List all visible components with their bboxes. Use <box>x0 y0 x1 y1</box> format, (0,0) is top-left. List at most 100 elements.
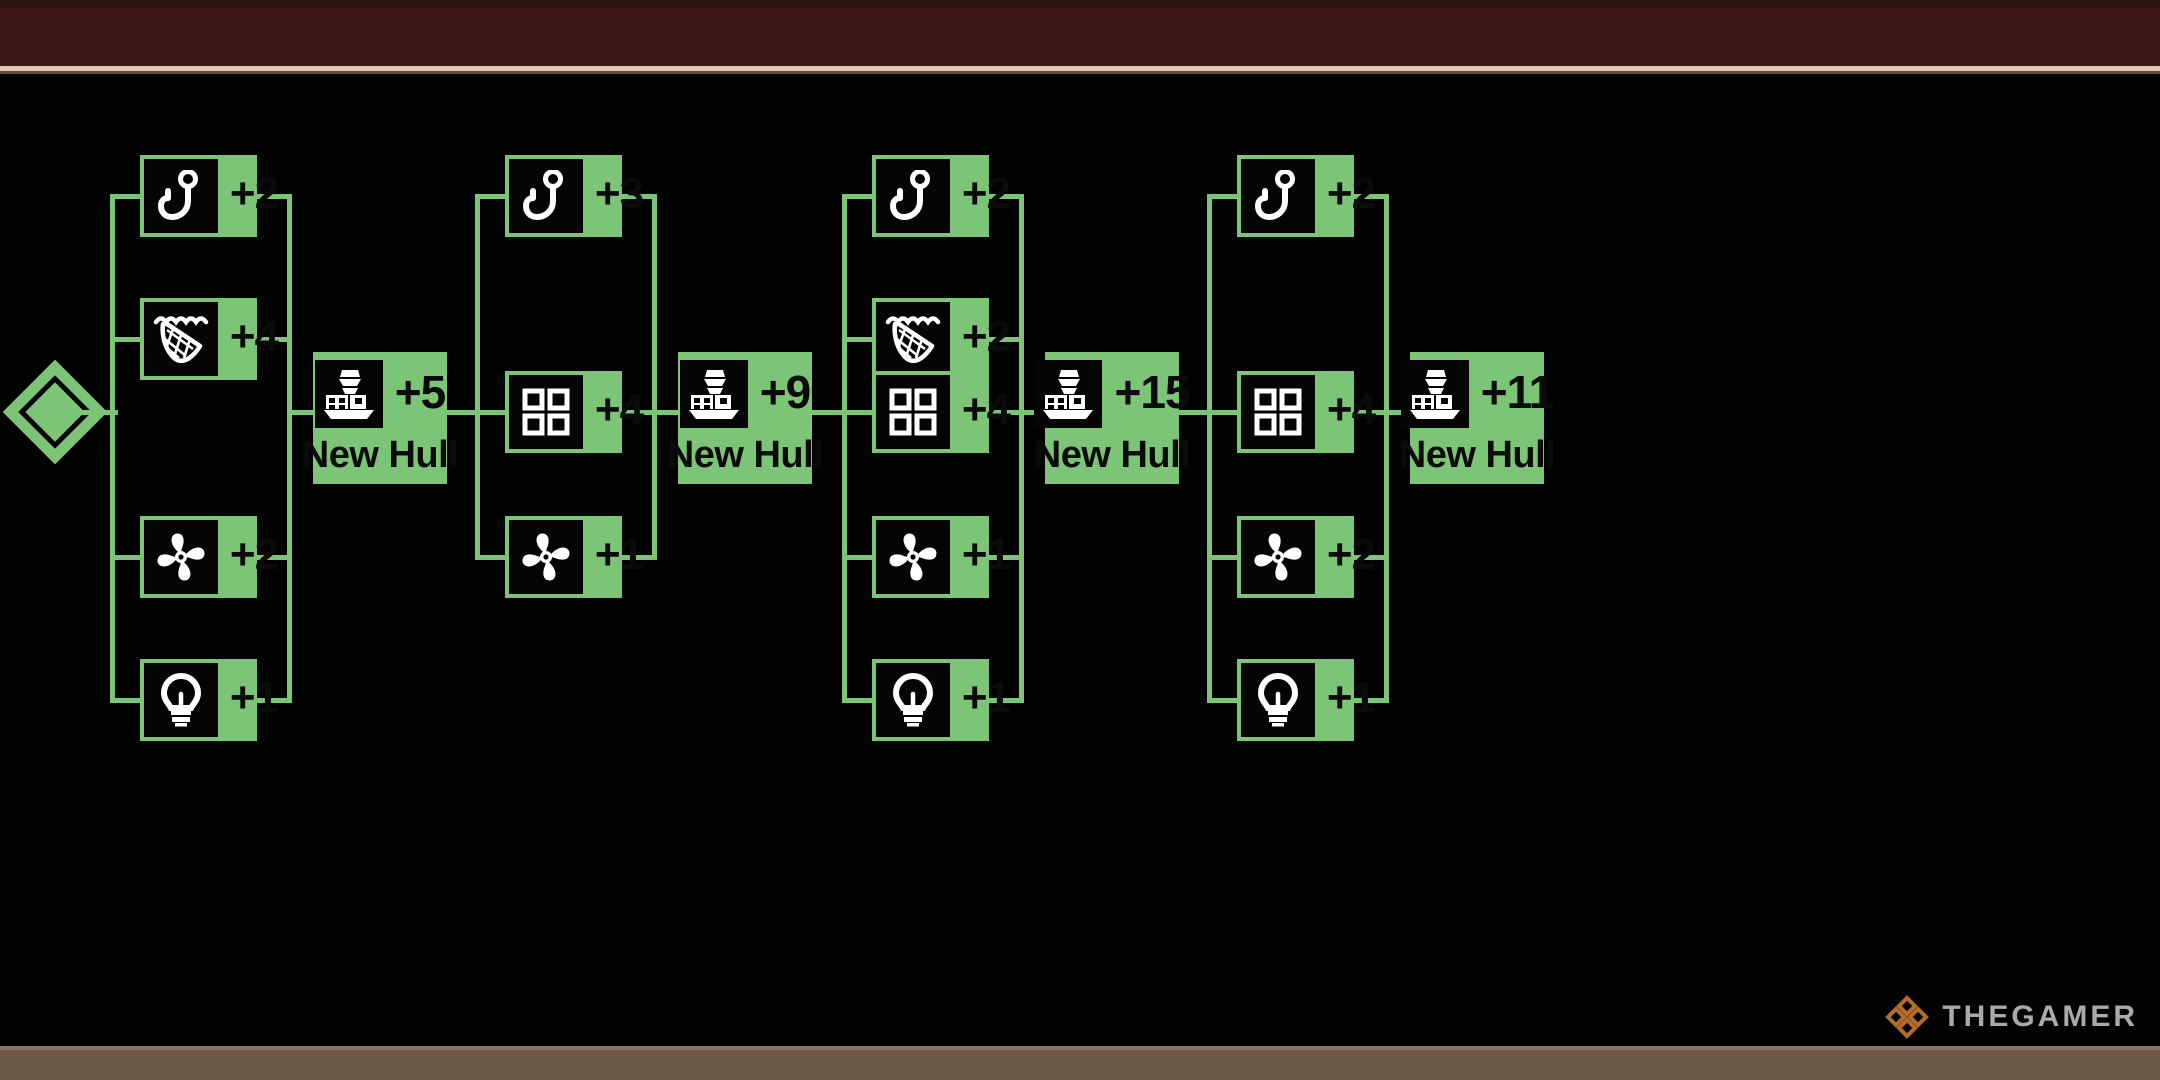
branch-output-wire <box>287 410 313 415</box>
node-stub-left <box>475 410 505 415</box>
upgrade-node-value: +2 <box>229 530 279 579</box>
upgrade-node[interactable]: +1 <box>872 516 1011 598</box>
fishing-boat-icon <box>323 370 374 419</box>
node-stub-left <box>110 555 140 560</box>
node-stub-left <box>842 698 872 703</box>
node-stub-left <box>110 194 140 199</box>
milestone-row: +11 <box>1400 360 1554 428</box>
fishing-boat-icon <box>1409 370 1460 419</box>
upgrade-node[interactable]: +4 <box>1237 371 1376 453</box>
node-stub-left <box>110 698 140 703</box>
upgrade-node-value: +4 <box>961 385 1011 434</box>
upgrade-node-value: +3 <box>594 169 644 218</box>
branch-rail-left <box>1207 196 1212 700</box>
upgrade-node[interactable]: +4 <box>505 371 644 453</box>
upgrade-node[interactable]: +2 <box>872 155 1011 237</box>
milestone-node-new-hull[interactable]: +5 New Hull <box>302 352 459 484</box>
milestone-value: +9 <box>759 366 811 418</box>
fishing-net-icon <box>885 316 941 364</box>
fishing-net-icon <box>876 302 950 376</box>
node-stub-left <box>1207 194 1237 199</box>
branch-rail-left <box>110 196 115 700</box>
diamond-cluster-icon <box>1885 995 1930 1039</box>
propeller-icon <box>509 520 583 594</box>
upgrade-node[interactable]: +2 <box>1237 516 1376 598</box>
branch-rail-left <box>842 196 847 700</box>
upgrade-node[interactable]: +4 <box>140 298 279 380</box>
upgrade-node-value: +2 <box>1326 169 1376 218</box>
game-screen: +2 +4 +2 +1 +5 New Hull +3 +4 +1 +9 New … <box>0 0 2160 1080</box>
node-stub-left <box>842 410 872 415</box>
upgrade-node-value: +1 <box>961 673 1011 722</box>
branch-rail-left <box>475 196 480 557</box>
propeller-icon <box>1241 520 1315 594</box>
milestone-row: +9 <box>679 360 811 428</box>
top-bar <box>0 0 2160 66</box>
fishing-hook-icon <box>890 170 930 221</box>
cargo-grid-icon <box>876 375 950 449</box>
upgrade-node[interactable]: +2 <box>140 516 279 598</box>
upgrade-node[interactable]: +3 <box>505 155 644 237</box>
milestone-node-new-hull[interactable]: +11 New Hull <box>1399 352 1556 484</box>
upgrade-node-value: +4 <box>229 312 279 361</box>
upgrade-node-value: +4 <box>1326 385 1376 434</box>
fishing-hook-icon <box>523 170 563 221</box>
node-stub-left <box>842 337 872 342</box>
upgrade-node-value: +2 <box>229 169 279 218</box>
node-stub-left <box>1207 698 1237 703</box>
fishing-hook-icon <box>144 159 218 233</box>
upgrade-node-value: +2 <box>961 169 1011 218</box>
upgrade-node[interactable]: +4 <box>872 371 1011 453</box>
upgrade-node[interactable]: +1 <box>505 516 644 598</box>
propeller-icon <box>522 533 570 581</box>
light-bulb-icon <box>876 663 950 737</box>
watermark-text: THEGAMER <box>1942 1000 2138 1033</box>
light-bulb-icon <box>1241 663 1315 737</box>
milestone-node-new-hull[interactable]: +15 New Hull <box>1034 352 1191 484</box>
cargo-grid-icon <box>522 388 570 436</box>
milestone-node-new-hull[interactable]: +9 New Hull <box>667 352 824 484</box>
milestone-value: +5 <box>394 366 446 418</box>
fishing-boat-icon <box>1034 360 1103 428</box>
milestone-label: New Hull <box>1398 434 1556 476</box>
milestone-row: +15 <box>1034 360 1191 428</box>
milestone-value: +11 <box>1480 366 1554 418</box>
node-stub-left <box>842 194 872 199</box>
upgrade-tree-canvas[interactable]: +2 +4 +2 +1 +5 New Hull +3 +4 +1 +9 New … <box>0 74 2160 1044</box>
bottom-bar <box>0 1050 2160 1080</box>
upgrade-node-value: +1 <box>229 673 279 722</box>
upgrade-node-value: +1 <box>961 530 1011 579</box>
fishing-net-icon <box>153 316 209 364</box>
milestone-label: New Hull <box>1033 434 1191 476</box>
node-stub-left <box>1207 410 1237 415</box>
milestone-label: New Hull <box>301 434 459 476</box>
upgrade-node[interactable]: +2 <box>872 298 1011 380</box>
upgrade-node[interactable]: +1 <box>140 659 279 741</box>
node-stub-left <box>842 555 872 560</box>
cargo-grid-icon <box>889 388 937 436</box>
cargo-grid-icon <box>509 375 583 449</box>
fishing-boat-icon <box>1043 370 1094 419</box>
upgrade-node[interactable]: +1 <box>1237 659 1376 741</box>
propeller-icon <box>1254 533 1302 581</box>
branch-rail-right <box>287 196 292 700</box>
milestone-label: New Hull <box>666 434 824 476</box>
cargo-grid-icon <box>1241 375 1315 449</box>
upgrade-node-value: +1 <box>594 530 644 579</box>
upgrade-node[interactable]: +1 <box>872 659 1011 741</box>
milestone-row: +5 <box>314 360 446 428</box>
fishing-hook-icon <box>158 170 198 221</box>
fishing-boat-icon <box>688 370 739 419</box>
upgrade-node-value: +1 <box>1326 673 1376 722</box>
light-bulb-icon <box>160 673 202 727</box>
light-bulb-icon <box>1257 673 1299 727</box>
fishing-hook-icon <box>1255 170 1295 221</box>
fishing-boat-icon <box>679 360 748 428</box>
upgrade-node[interactable]: +2 <box>1237 155 1376 237</box>
upgrade-node[interactable]: +2 <box>140 155 279 237</box>
node-stub-left <box>110 337 140 342</box>
propeller-icon <box>144 520 218 594</box>
cargo-grid-icon <box>1254 388 1302 436</box>
top-bar-shadow <box>0 0 2160 8</box>
propeller-icon <box>157 533 205 581</box>
